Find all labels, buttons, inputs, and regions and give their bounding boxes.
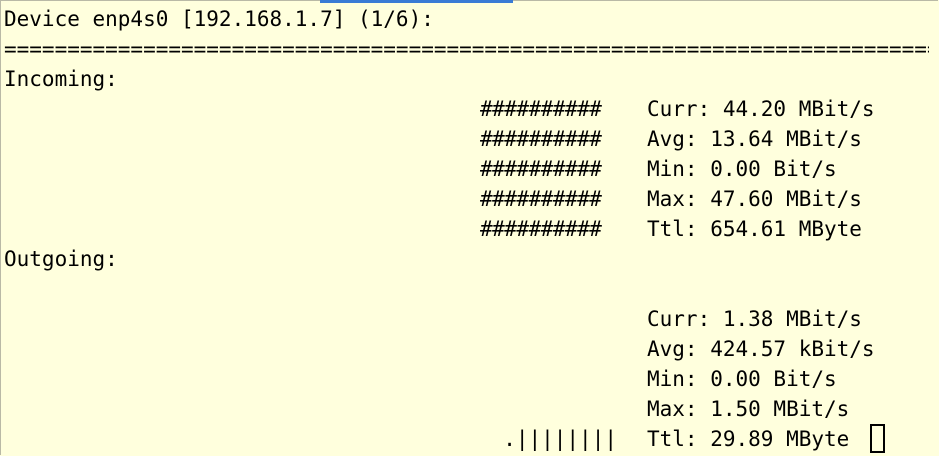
outgoing-label: Outgoing:: [4, 247, 118, 271]
outgoing-avg: Avg: 424.57 kBit/s: [647, 337, 875, 361]
incoming-graph-row: ##########: [480, 127, 602, 151]
incoming-ttl: Ttl: 654.61 MByte: [647, 217, 862, 241]
outgoing-min: Min: 0.00 Bit/s: [647, 367, 837, 391]
incoming-graph-row: ##########: [480, 217, 602, 241]
incoming-graph-row: ##########: [480, 97, 602, 121]
outgoing-max: Max: 1.50 MBit/s: [647, 397, 850, 421]
outgoing-ttl: Ttl: 29.89 MByte: [647, 427, 850, 451]
incoming-avg: Avg: 13.64 MBit/s: [647, 127, 862, 151]
incoming-curr: Curr: 44.20 MBit/s: [647, 97, 875, 121]
separator-line: ========================================…: [4, 37, 929, 61]
incoming-min: Min: 0.00 Bit/s: [647, 157, 837, 181]
terminal-cursor: [870, 424, 885, 453]
incoming-graph-row: ##########: [480, 187, 602, 211]
device-header: Device enp4s0 [192.168.1.7] (1/6):: [4, 7, 434, 31]
incoming-graph-row: ##########: [480, 157, 602, 181]
incoming-max: Max: 47.60 MBit/s: [647, 187, 862, 211]
active-tab-indicator: [320, 0, 513, 3]
outgoing-curr: Curr: 1.38 MBit/s: [647, 307, 862, 331]
incoming-label: Incoming:: [4, 67, 118, 91]
outgoing-graph-row: .||||||||: [503, 427, 617, 451]
